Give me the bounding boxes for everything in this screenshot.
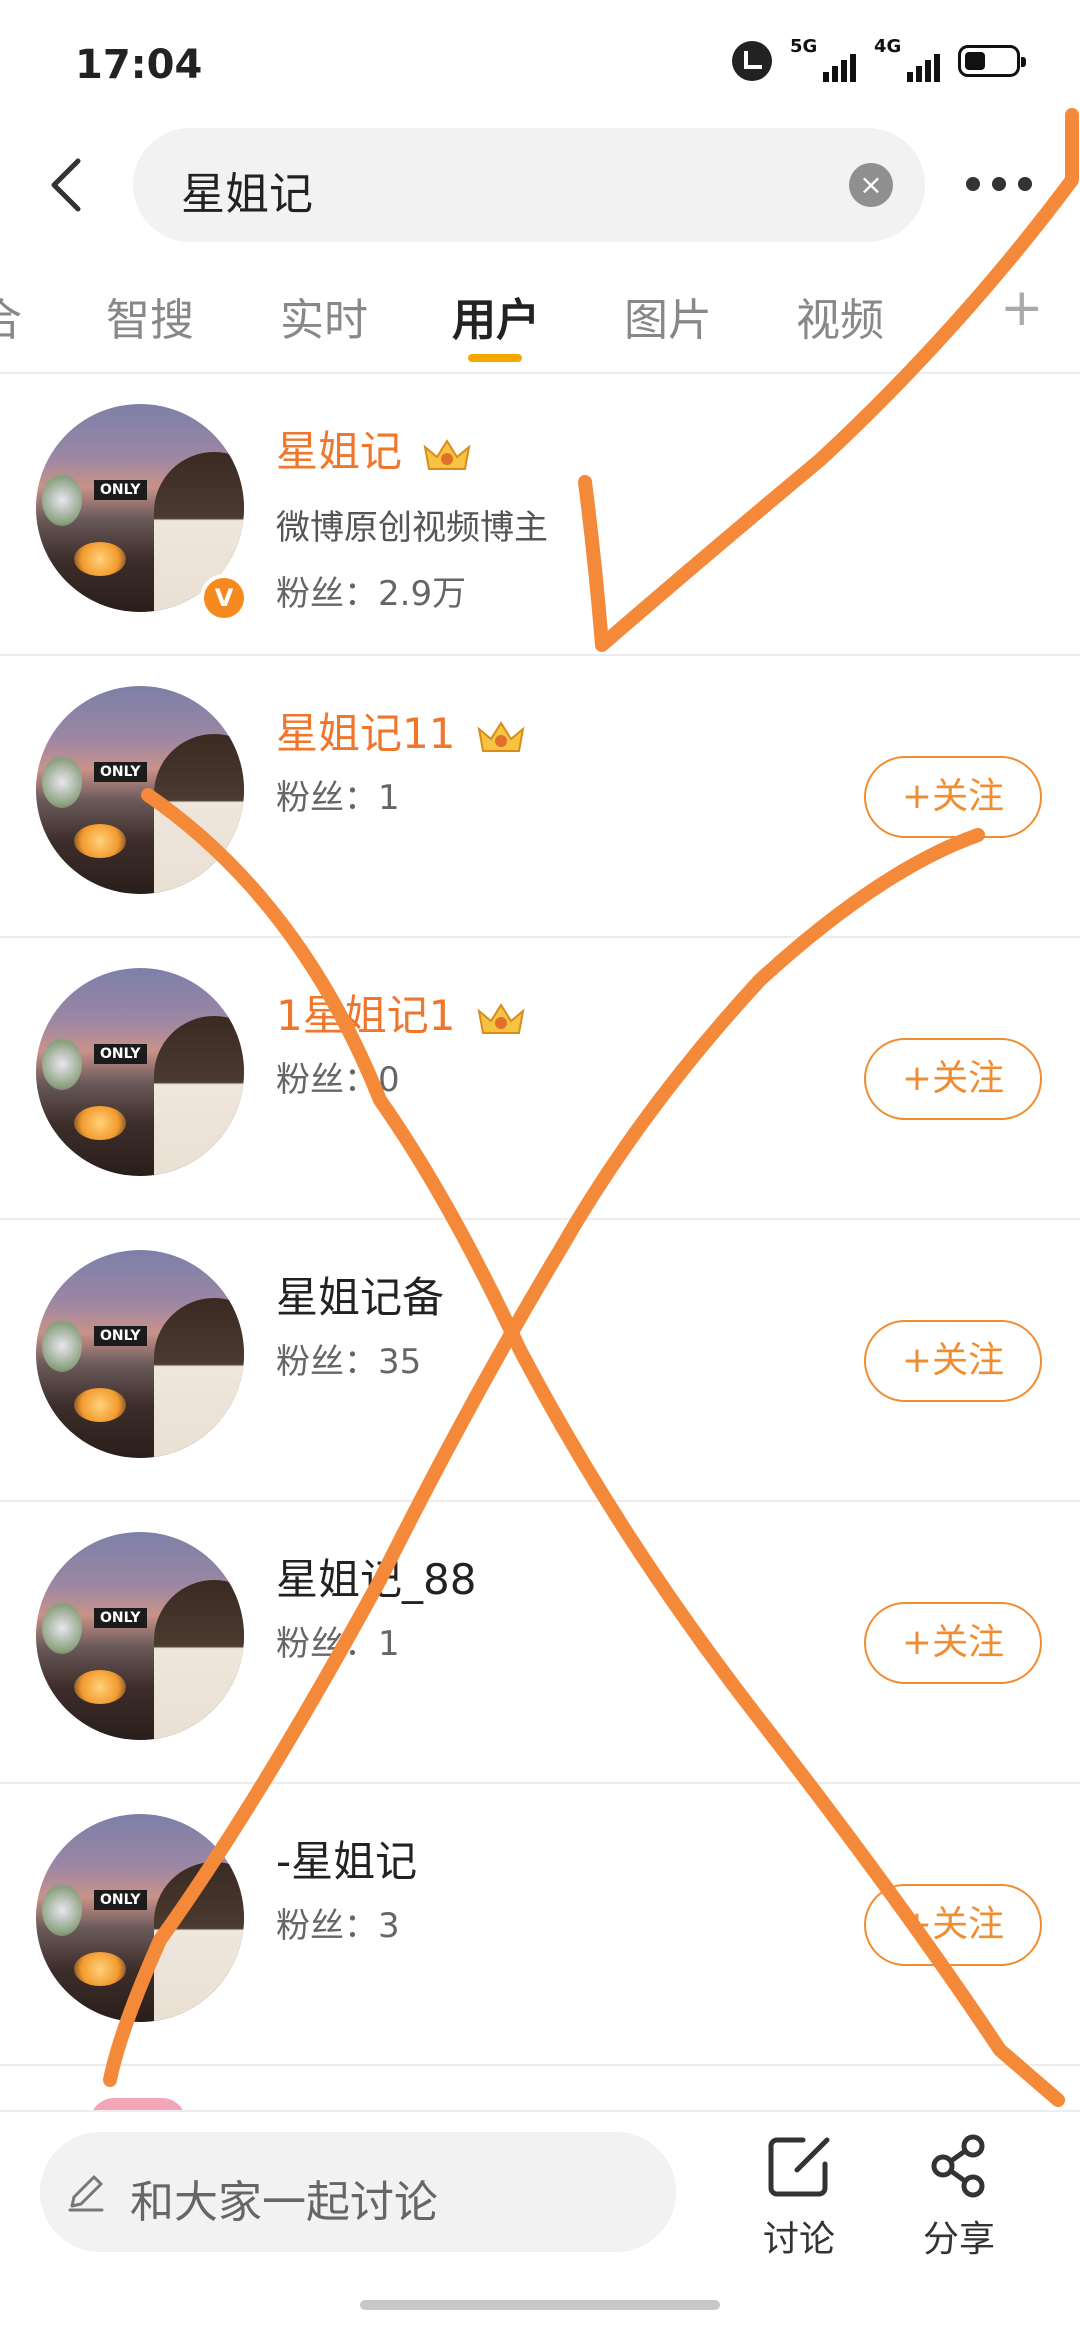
avatar-sign-text: ONLY	[94, 1890, 147, 1910]
user-name[interactable]: 1星姐记1	[276, 982, 527, 1043]
back-arrow-icon[interactable]	[40, 155, 100, 215]
follow-button[interactable]: +关注	[864, 1320, 1042, 1402]
battery-icon	[958, 45, 1026, 77]
user-name-text: -星姐记	[276, 1837, 418, 1886]
user-row[interactable]: ONLY 星姐记备 粉丝：35 +关注	[0, 1220, 1080, 1502]
tab-images[interactable]: 图片	[624, 284, 712, 348]
user-fans-count: 粉丝：0	[276, 1060, 400, 1100]
user-name-text: 星姐记_88	[276, 1555, 477, 1604]
user-name[interactable]: 星姐记11	[276, 700, 527, 761]
signal-4g-label: 4G	[874, 36, 902, 57]
user-fans-count: 粉丝：1	[276, 778, 400, 818]
user-description: 微博原创视频博主	[276, 508, 548, 548]
avatar[interactable]: ONLY	[36, 1814, 244, 2022]
user-name-text: 星姐记备	[276, 1273, 445, 1322]
active-tab-indicator	[468, 354, 522, 362]
tab-users[interactable]: 用户	[452, 284, 540, 348]
user-name[interactable]: -星姐记	[276, 1828, 417, 1889]
avatar[interactable]: ONLY	[36, 686, 244, 894]
share-button[interactable]: 分享	[904, 2130, 1014, 2270]
follow-button[interactable]: +关注	[864, 1884, 1042, 1966]
pen-icon	[68, 2175, 104, 2212]
comment-input[interactable]: 和大家一起讨论	[40, 2132, 676, 2252]
user-name[interactable]: 星姐记	[276, 418, 473, 479]
add-tab-icon[interactable]: +	[1000, 278, 1044, 338]
discuss-label: 讨论	[762, 2219, 835, 2260]
follow-button[interactable]: +关注	[864, 756, 1042, 838]
alarm-icon	[732, 41, 772, 81]
user-fans-count: 粉丝：3	[276, 1906, 400, 1946]
user-name-text: 1星姐记1	[276, 991, 456, 1040]
signal-5g-label: 5G	[790, 36, 818, 57]
discuss-button[interactable]: 讨论	[744, 2130, 854, 2270]
signal-5g-icon: 5G	[790, 36, 856, 82]
user-fans-count: 粉丝：2.9万	[276, 574, 467, 614]
more-icon[interactable]	[966, 173, 1032, 195]
tab-all[interactable]: 合	[0, 284, 22, 348]
user-row[interactable]: ONLY 星姐记_88 粉丝：1 +关注	[0, 1502, 1080, 1784]
edit-icon	[768, 2137, 830, 2197]
tab-realtime[interactable]: 实时	[280, 284, 368, 348]
status-bar: 17:04 5G 4G	[0, 0, 1080, 125]
user-name-text: 星姐记	[276, 427, 403, 476]
vip-crown-icon	[477, 720, 525, 752]
avatar-sign-text: ONLY	[94, 1044, 147, 1064]
status-time: 17:04	[75, 42, 203, 88]
tab-videos[interactable]: 视频	[796, 284, 884, 348]
search-header: 星姐记 ×	[0, 125, 1080, 245]
home-indicator	[360, 2300, 720, 2310]
share-icon	[931, 2134, 985, 2198]
avatar-sign-text: ONLY	[94, 1608, 147, 1628]
follow-button[interactable]: +关注	[864, 1038, 1042, 1120]
search-input[interactable]: 星姐记 ×	[133, 128, 925, 242]
avatar[interactable]: ONLY	[36, 1250, 244, 1458]
user-row[interactable]: ONLY 星姐记11 粉丝：1 +关注	[0, 656, 1080, 938]
status-icons: 5G 4G	[732, 36, 1026, 82]
follow-button[interactable]: +关注	[864, 1602, 1042, 1684]
avatar-sign-text: ONLY	[94, 480, 147, 500]
avatar-sign-text: ONLY	[94, 1326, 147, 1346]
user-name[interactable]: 星姐记备	[276, 1264, 444, 1325]
user-fans-count: 粉丝：35	[276, 1342, 422, 1382]
user-row[interactable]: ONLY 1星姐记1 粉丝：0 +关注	[0, 938, 1080, 1220]
search-tabs: 合 智搜 实时 用户 图片 视频 +	[0, 250, 1080, 374]
tab-smart-search[interactable]: 智搜	[106, 284, 194, 348]
clear-icon[interactable]: ×	[849, 163, 893, 207]
avatar[interactable]: ONLY	[36, 1532, 244, 1740]
vip-crown-icon	[477, 1002, 525, 1034]
signal-4g-icon: 4G	[874, 36, 940, 82]
verified-badge-icon: V	[200, 574, 248, 622]
vip-crown-icon	[423, 438, 471, 470]
avatar-sign-text: ONLY	[94, 762, 147, 782]
user-row[interactable]: ONLY V 星姐记 微博原创视频博主 粉丝：2.9万	[0, 374, 1080, 656]
search-query[interactable]: 星姐记	[181, 158, 313, 222]
user-row[interactable]: ONLY -星姐记 粉丝：3 +关注	[0, 1784, 1080, 2066]
user-name[interactable]: 星姐记_88	[276, 1546, 476, 1607]
user-fans-count: 粉丝：1	[276, 1624, 400, 1664]
avatar[interactable]: ONLY	[36, 968, 244, 1176]
user-results-list: ONLY V 星姐记 微博原创视频博主 粉丝：2.9万 ONLY 星姐记11 粉…	[0, 374, 1080, 2066]
comment-placeholder: 和大家一起讨论	[130, 2177, 438, 2228]
share-label: 分享	[922, 2219, 995, 2260]
user-name-text: 星姐记11	[276, 709, 456, 758]
